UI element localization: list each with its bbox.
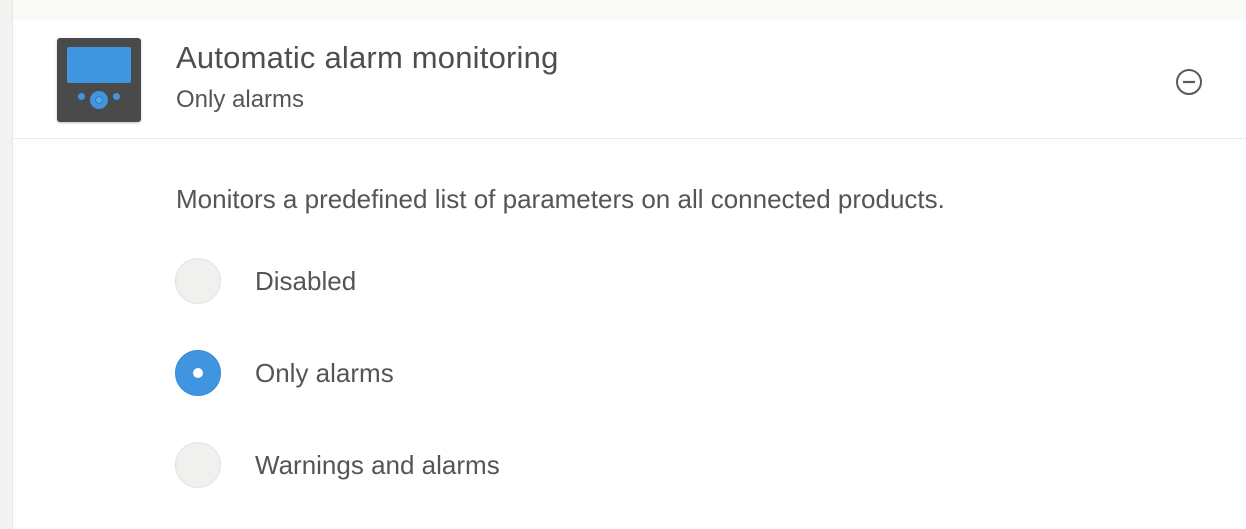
device-right-button (113, 93, 120, 100)
device-panel-icon (57, 38, 141, 122)
setting-current-value: Only alarms (176, 86, 305, 113)
device-left-button (78, 93, 85, 100)
setting-description: Monitors a predefined list of parameters… (176, 184, 945, 214)
option-label-only-alarms: Only alarms (255, 358, 394, 388)
previous-section-edge (12, 0, 1246, 21)
alarm-monitoring-header[interactable]: Automatic alarm monitoring Only alarms (13, 20, 1246, 139)
radio-warnings-and-alarms[interactable] (175, 442, 221, 488)
option-label-warnings-and-alarms: Warnings and alarms (255, 450, 500, 480)
radio-disabled[interactable] (175, 258, 221, 304)
radio-only-alarms[interactable] (175, 350, 221, 396)
minus-circle-icon[interactable] (1174, 67, 1204, 97)
option-warnings-and-alarms[interactable]: Warnings and alarms (173, 438, 873, 494)
device-screen (67, 47, 131, 83)
device-knob (90, 91, 108, 109)
option-label-disabled: Disabled (255, 266, 357, 296)
option-disabled[interactable]: Disabled (173, 254, 873, 310)
setting-title: Automatic alarm monitoring (176, 40, 559, 75)
settings-frame: Automatic alarm monitoring Only alarms M… (0, 0, 1246, 529)
option-only-alarms[interactable]: Only alarms (173, 346, 873, 402)
alarm-monitoring-panel: Automatic alarm monitoring Only alarms M… (12, 20, 1246, 529)
